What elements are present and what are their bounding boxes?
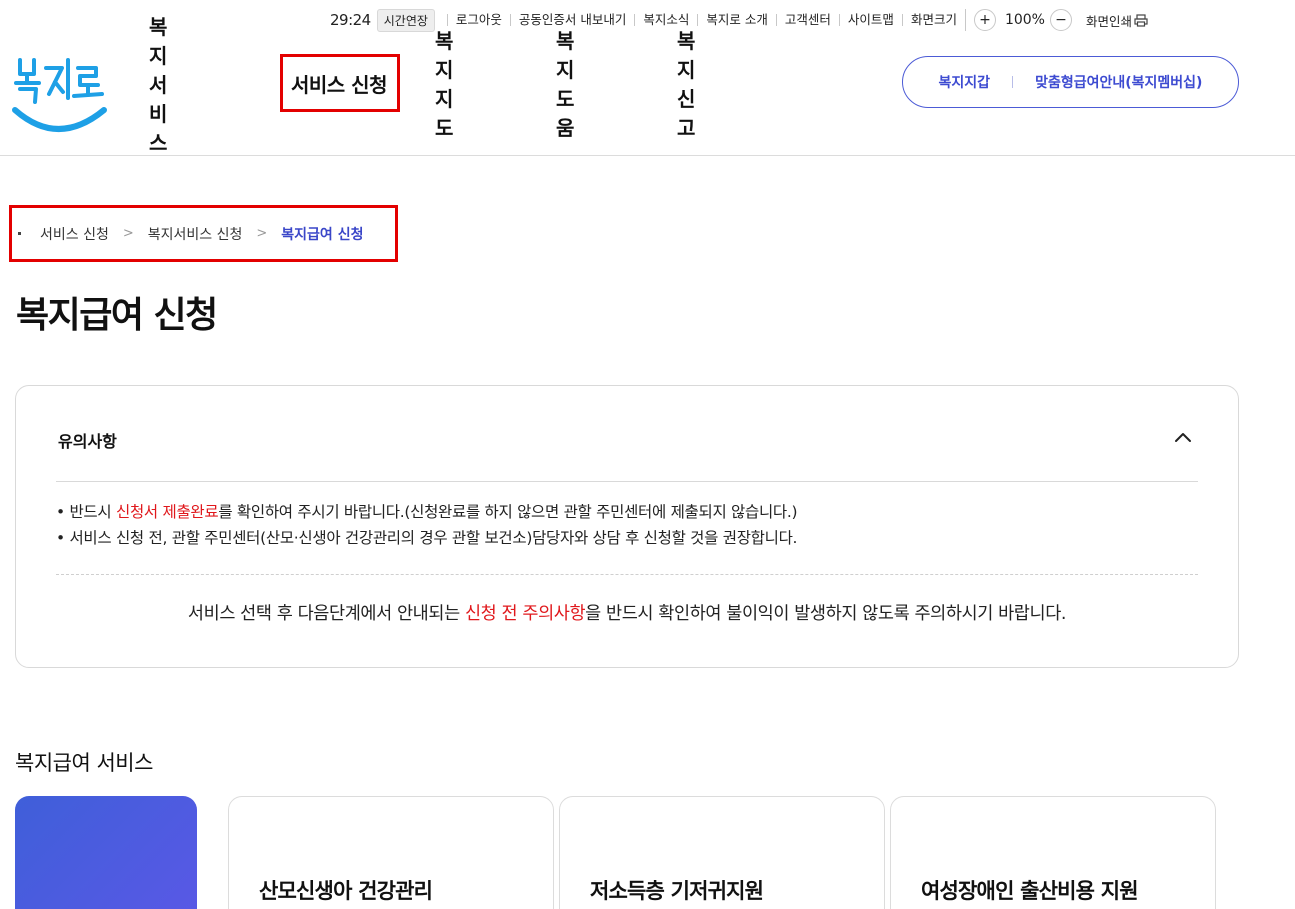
printer-icon bbox=[1134, 13, 1148, 27]
zoom-out-button[interactable]: − bbox=[1049, 9, 1072, 31]
caution-text: 서비스 선택 후 다음단계에서 안내되는 bbox=[187, 604, 465, 624]
notice-panel: 유의사항 • 반드시 신청서 제출완료를 확인하여 주시기 바랍니다.(신청완료… bbox=[15, 385, 1239, 668]
page-title: 복지급여 신청 bbox=[16, 295, 218, 336]
site-logo[interactable] bbox=[12, 52, 108, 136]
nav-welfare-service[interactable]: 복지서비스 bbox=[149, 15, 167, 155]
extend-session-button[interactable]: 시간연장 bbox=[376, 8, 435, 32]
bokjiro-logo-icon bbox=[12, 58, 107, 132]
services-title: 복지급여 서비스 bbox=[15, 751, 153, 775]
customer-center-link[interactable]: 고객센터 bbox=[775, 13, 839, 26]
zoom-level: 100% bbox=[1004, 12, 1045, 28]
nav-welfare-map[interactable]: 복지지도 bbox=[435, 29, 453, 140]
zoom-controls: + bbox=[964, 9, 1000, 31]
featured-service-card[interactable] bbox=[15, 796, 197, 909]
notice-caution: 서비스 선택 후 다음단계에서 안내되는 신청 전 주의사항을 반드시 확인하여… bbox=[16, 600, 1238, 625]
notice-highlight: 신청서 제출완료 bbox=[115, 503, 219, 521]
logout-link[interactable]: 로그아웃 bbox=[446, 13, 510, 26]
font-size-label: 화면크기 bbox=[901, 13, 965, 26]
member-links: 복지지갑 맞춤형급여안내(복지멤버십) bbox=[902, 56, 1239, 108]
print-label: 화면인쇄 bbox=[1085, 13, 1132, 29]
nav-welfare-help[interactable]: 복지도움 bbox=[556, 29, 574, 140]
breadcrumb-current[interactable]: 복지급여 신청 bbox=[281, 224, 363, 244]
about-link[interactable]: 복지로 소개 bbox=[697, 13, 775, 26]
utility-bar: 29:24 시간연장 로그아웃 공동인증서 내보내기 복지소식 복지로 소개 고… bbox=[320, 8, 1235, 32]
notice-item: • 서비스 신청 전, 관할 주민센터(산모·신생아 건강관리의 경우 관할 보… bbox=[56, 529, 798, 547]
welfare-wallet-link[interactable]: 복지지갑 bbox=[939, 72, 991, 92]
caution-highlight: 신청 전 주의사항 bbox=[464, 604, 586, 624]
notice-divider bbox=[56, 481, 1198, 482]
print-button[interactable]: 화면인쇄 bbox=[1086, 11, 1148, 30]
nav-service-apply[interactable]: 서비스 신청 bbox=[280, 54, 400, 112]
service-card[interactable]: 저소득층 기저귀지원 bbox=[559, 796, 885, 909]
sitemap-link[interactable]: 사이트맵 bbox=[838, 13, 902, 26]
service-card[interactable]: 여성장애인 출산비용 지원 bbox=[890, 796, 1216, 909]
notice-item: • 반드시 신청서 제출완료를 확인하여 주시기 바랍니다.(신청완료를 하지 … bbox=[56, 499, 798, 525]
dashed-divider bbox=[56, 574, 1198, 575]
chevron-right-icon: > bbox=[256, 226, 268, 241]
chevron-up-icon[interactable] bbox=[1172, 426, 1194, 448]
breadcrumb: 서비스 신청 > 복지서비스 신청 > 복지급여 신청 bbox=[9, 205, 398, 262]
breadcrumb-welfare-service-apply[interactable]: 복지서비스 신청 bbox=[148, 224, 243, 244]
caution-text: 을 반드시 확인하여 불이익이 발생하지 않도록 주의하시기 바랍니다. bbox=[585, 604, 1067, 624]
service-card-title: 여성장애인 출산비용 지원 bbox=[921, 879, 1139, 903]
notice-heading: 유의사항 bbox=[58, 432, 117, 451]
home-dot-icon bbox=[18, 232, 21, 235]
session-timer: 29:24 bbox=[330, 11, 371, 29]
service-card-title: 산모신생아 건강관리 bbox=[259, 879, 433, 903]
chevron-right-icon: > bbox=[122, 226, 134, 241]
zoom-in-button[interactable]: + bbox=[973, 9, 996, 31]
membership-link[interactable]: 맞춤형급여안내(복지멤버십) bbox=[1035, 72, 1202, 92]
breadcrumb-service-apply[interactable]: 서비스 신청 bbox=[40, 224, 109, 244]
service-card-title: 저소득층 기저귀지원 bbox=[590, 879, 764, 903]
header-divider bbox=[0, 155, 1295, 156]
nav-welfare-report[interactable]: 복지신고 bbox=[677, 29, 695, 140]
service-card[interactable]: 산모신생아 건강관리 bbox=[228, 796, 554, 909]
notice-text: 를 확인하여 주시기 바랍니다.(신청완료를 하지 않으면 관할 주민센터에 제… bbox=[218, 503, 798, 521]
divider bbox=[1012, 76, 1014, 88]
notice-text: • 반드시 bbox=[56, 503, 116, 521]
notice-list: • 반드시 신청서 제출완료를 확인하여 주시기 바랍니다.(신청완료를 하지 … bbox=[56, 499, 798, 551]
